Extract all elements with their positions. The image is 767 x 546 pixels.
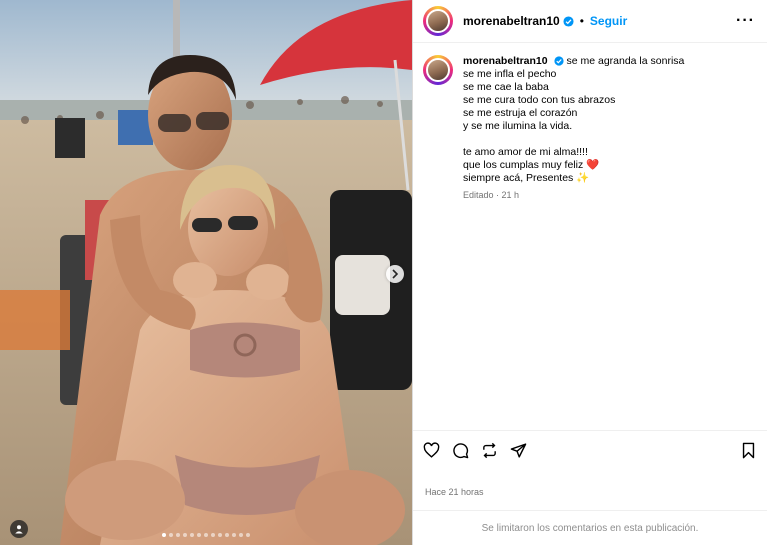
follow-button[interactable]: Seguir <box>590 14 627 28</box>
carousel-dot <box>232 533 236 537</box>
carousel-next-button[interactable] <box>386 265 404 283</box>
bookmark-icon[interactable] <box>740 442 757 459</box>
carousel-dot <box>225 533 229 537</box>
carousel-dot <box>246 533 250 537</box>
header-separator: • <box>579 14 584 28</box>
beach-photo <box>0 0 412 545</box>
more-options-button[interactable]: ··· <box>736 12 755 30</box>
verified-badge-icon <box>563 15 574 27</box>
caption-line: se me estruja el corazón <box>463 107 578 119</box>
comments-disabled-notice: Se limitaron los comentarios en esta pub… <box>413 510 767 546</box>
carousel-dot <box>176 533 180 537</box>
carousel-dot <box>162 533 166 537</box>
carousel-dot <box>183 533 187 537</box>
action-bar <box>413 430 767 469</box>
carousel-dot <box>190 533 194 537</box>
carousel-dot <box>211 533 215 537</box>
carousel-dot <box>169 533 173 537</box>
caption-username[interactable]: morenabeltran10 <box>463 55 548 67</box>
caption-line: se me agranda la sonrisa <box>566 55 685 67</box>
chevron-right-icon <box>392 269 399 279</box>
post-photo[interactable] <box>0 0 412 545</box>
header-username[interactable]: morenabeltran10 <box>463 14 560 28</box>
edited-timestamp: Editado · 21 h <box>463 190 520 200</box>
caption-line: y se me ilumina la vida. <box>463 120 573 132</box>
caption-line: siempre acá, Presentes ✨ <box>463 172 590 184</box>
caption: morenabeltran10 se me agranda la sonrisa… <box>413 43 767 202</box>
caption-body: morenabeltran10 se me agranda la sonrisa… <box>463 55 684 202</box>
heart-icon[interactable] <box>423 441 440 459</box>
repost-icon[interactable] <box>481 442 498 459</box>
send-icon[interactable] <box>510 442 527 459</box>
post-side-panel: morenabeltran10 • Seguir ··· morenabeltr… <box>412 0 767 545</box>
caption-avatar[interactable] <box>423 55 453 85</box>
post-time-ago: Hace 21 horas <box>425 487 484 497</box>
caption-line: que los cumplas muy feliz ❤️ <box>463 159 600 171</box>
instagram-post: morenabeltran10 • Seguir ··· morenabeltr… <box>0 0 767 545</box>
carousel-dot <box>197 533 201 537</box>
avatar[interactable] <box>423 6 453 36</box>
carousel-dot <box>204 533 208 537</box>
caption-line: te amo amor de mi alma!!!! <box>463 146 588 158</box>
post-header: morenabeltran10 • Seguir ··· <box>413 0 767 43</box>
caption-line: se me cura todo con tus abrazos <box>463 94 616 106</box>
carousel-indicator <box>0 533 412 537</box>
comment-icon[interactable] <box>452 442 469 459</box>
verified-badge-icon <box>553 56 564 66</box>
carousel-dot <box>239 533 243 537</box>
carousel-dot <box>218 533 222 537</box>
caption-line: se me infla el pecho <box>463 68 557 80</box>
caption-line: se me cae la baba <box>463 81 549 93</box>
